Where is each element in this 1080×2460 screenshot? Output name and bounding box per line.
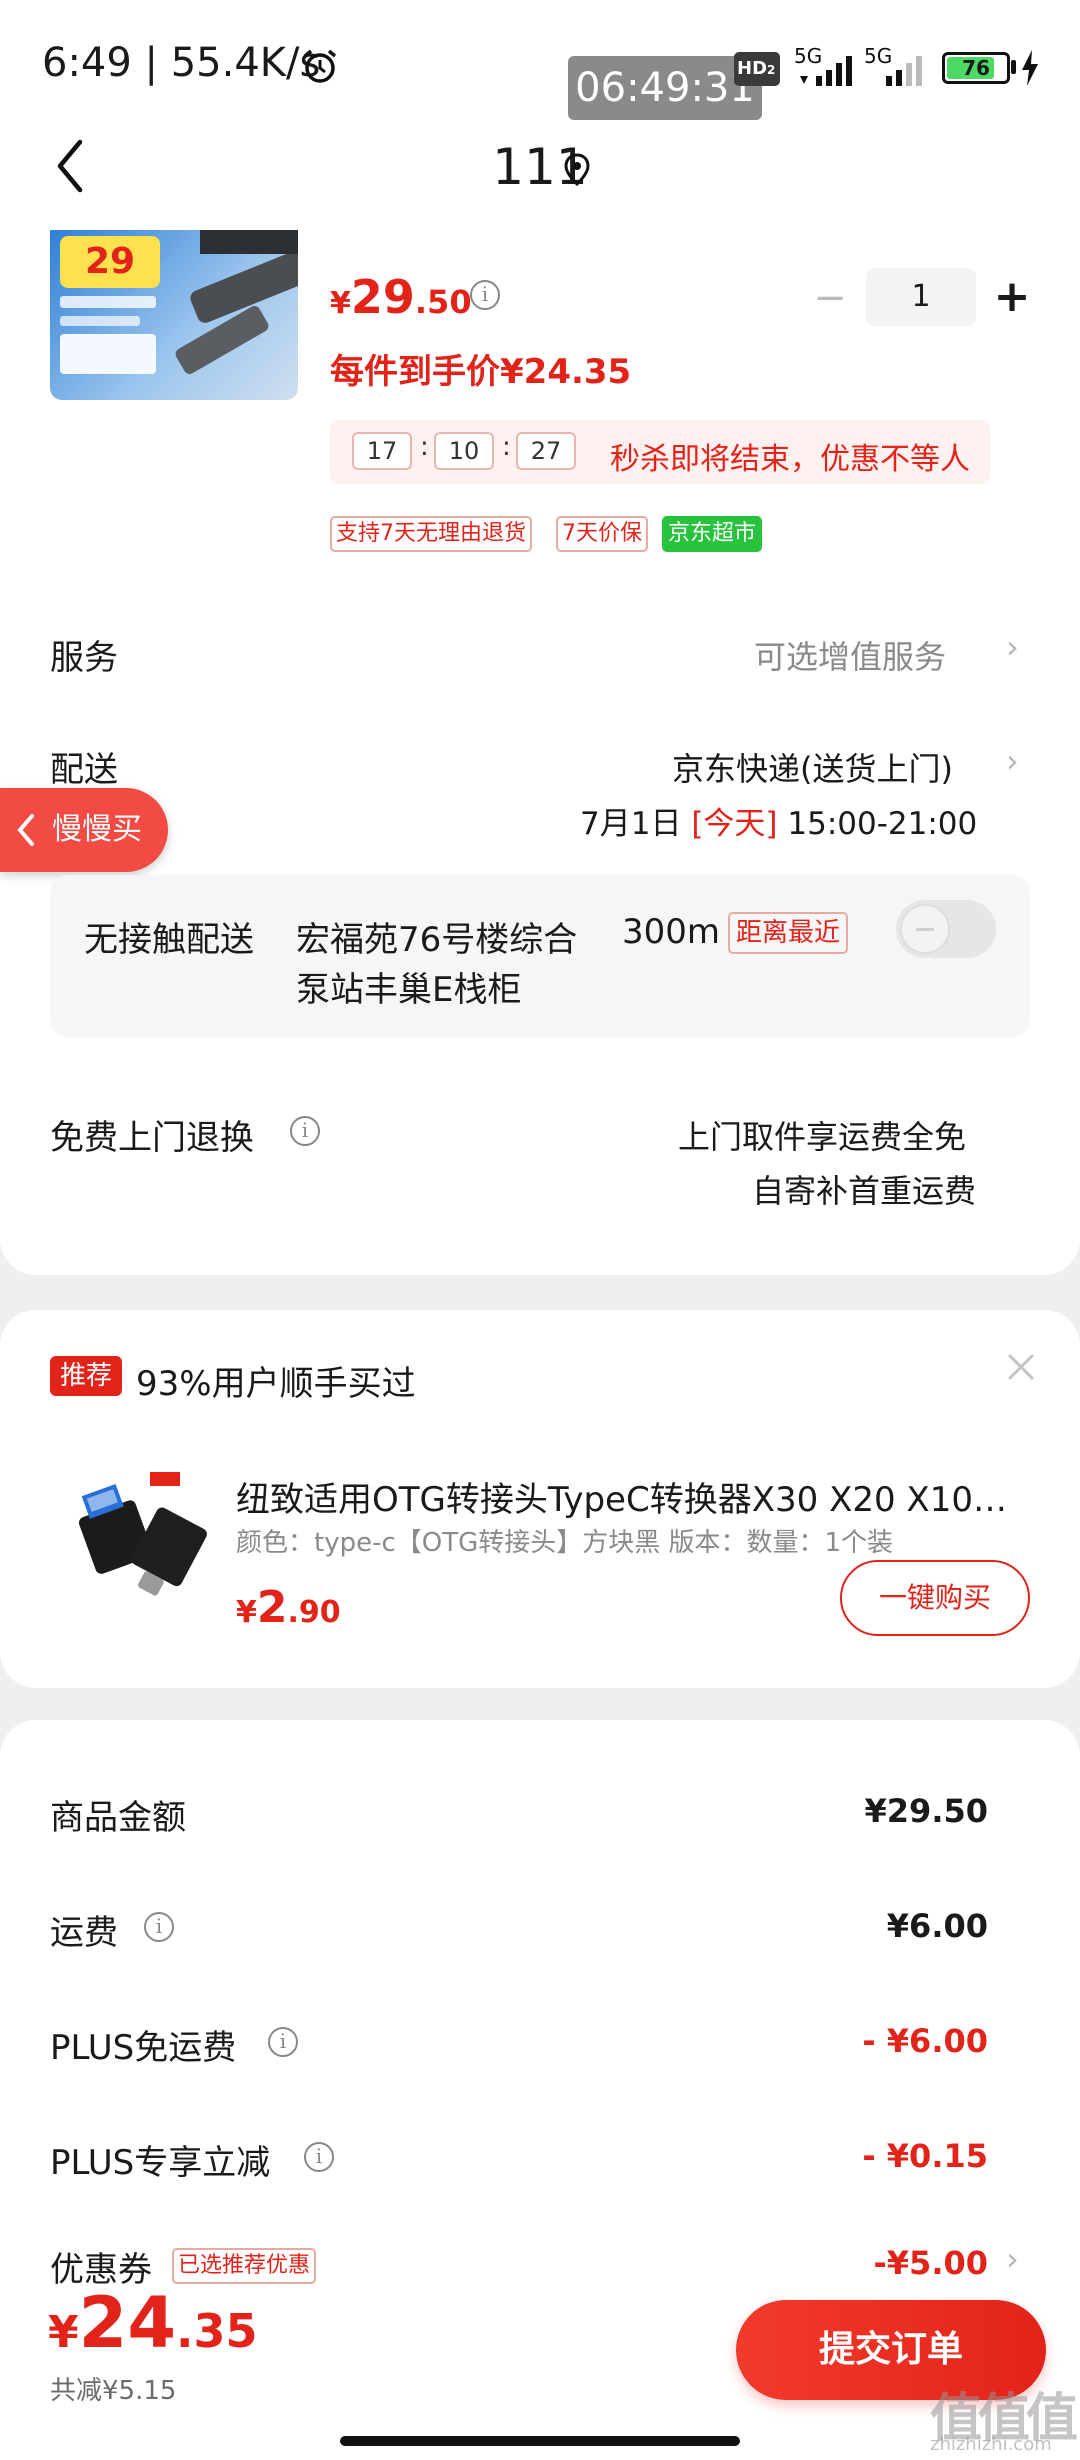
- close-icon[interactable]: [1004, 1350, 1038, 1384]
- hd-icon: HD2: [734, 52, 780, 86]
- quantity-increase-button[interactable]: +: [990, 268, 1034, 328]
- locker-distance: 300m: [622, 912, 721, 952]
- recommend-product-spec: 颜色：type-c【OTG转接头】方块黑 版本：数量：1个装: [236, 1528, 894, 1558]
- service-label: 服务: [50, 638, 118, 678]
- otg-adapter-image[interactable]: [62, 1466, 212, 1606]
- float-chevron-icon: [17, 814, 34, 846]
- plus-shipping-info-icon[interactable]: i: [268, 2027, 298, 2057]
- free-return-label: 免费上门退换: [50, 1118, 254, 1158]
- delivery-carrier[interactable]: 京东快递(送货上门): [672, 744, 953, 790]
- quantity-value[interactable]: 1: [866, 268, 976, 326]
- locker-address-line1: 宏福苑76号楼综合: [296, 920, 578, 960]
- thumb-price-badge: 29: [60, 236, 160, 288]
- coupon-value[interactable]: -¥5.00: [688, 2244, 989, 2282]
- delivery-date[interactable]: 7月1日 [今天] 15:00-21:00: [580, 798, 977, 843]
- jd-supermarket-tag: 京东超市: [662, 516, 763, 552]
- status-time: 6:49 | 55.4K/s: [42, 40, 321, 86]
- contactless-label: 无接触配送: [84, 920, 254, 960]
- location-pin-icon[interactable]: [562, 152, 592, 188]
- summary-label-goods: 商品金额: [50, 1798, 186, 1838]
- service-chevron-icon[interactable]: ›: [1006, 628, 1019, 666]
- return-info-icon[interactable]: i: [290, 1116, 320, 1146]
- locker-address-line2: 泵站丰巢E栈柜: [296, 970, 522, 1010]
- page-title: 111: [492, 138, 588, 196]
- price-protect-tag: 7天价保: [556, 516, 648, 552]
- recommend-badge: 推荐: [50, 1356, 122, 1396]
- summary-value-shipping: ¥6.00: [886, 1907, 988, 1945]
- plus-discount-info-icon[interactable]: i: [304, 2142, 334, 2172]
- coupon-chevron-icon[interactable]: ›: [1006, 2240, 1019, 2278]
- one-click-buy-button[interactable]: 一键购买: [840, 1560, 1030, 1636]
- total-price: ¥24.35: [48, 2282, 258, 2364]
- countdown-seconds: 27: [516, 432, 576, 470]
- shipping-info-icon[interactable]: i: [144, 1912, 174, 1942]
- product-price: ¥29.50: [330, 270, 472, 324]
- service-value[interactable]: 可选增值服务: [754, 632, 946, 678]
- nearest-tag: 距离最近: [728, 912, 849, 954]
- countdown-text: 秒杀即将结束，优惠不等人: [610, 442, 970, 477]
- delivery-label: 配送: [50, 750, 118, 790]
- countdown-hours: 17: [352, 432, 412, 470]
- summary-label-plus-discount: PLUS专享立减: [50, 2143, 271, 2183]
- price-info-icon[interactable]: i: [470, 280, 500, 310]
- battery-icon: 76: [942, 52, 1010, 84]
- charging-icon: [1022, 50, 1038, 86]
- summary-label-plus-shipping: PLUS免运费: [50, 2028, 237, 2068]
- watermark-url: zhizhizhi.com: [930, 2434, 1052, 2455]
- countdown-minutes: 10: [434, 432, 494, 470]
- overlay-clock: 06:49:31: [568, 56, 762, 120]
- back-icon[interactable]: [52, 136, 88, 196]
- return-policy-tag: 支持7天无理由退货: [330, 516, 532, 552]
- battery-tip: [1011, 60, 1016, 74]
- quantity-decrease-button[interactable]: −: [810, 268, 850, 328]
- free-return-line2: 自寄补首重运费: [752, 1172, 977, 1210]
- recommend-title: 93%用户顺手买过: [136, 1364, 416, 1404]
- total-saved: 共减¥5.15: [50, 2376, 177, 2406]
- home-indicator[interactable]: [340, 2436, 740, 2446]
- toggle-knob: [900, 904, 950, 954]
- each-price-label: 每件到手价¥24.35: [330, 352, 632, 392]
- summary-value-goods: ¥29.50: [864, 1792, 988, 1830]
- recommend-product-name[interactable]: 纽致适用OTG转接头TypeC转换器X30 X20 X10…: [236, 1472, 1026, 1521]
- summary-value-plus-shipping: - ¥6.00: [862, 2022, 988, 2060]
- summary-label-shipping: 运费: [50, 1913, 118, 1953]
- alarm-icon: [303, 49, 337, 83]
- recommend-price: ¥2.90: [236, 1582, 341, 1633]
- signal-icon-2: [886, 56, 922, 86]
- free-return-line1: 上门取件享运费全免: [678, 1118, 967, 1156]
- signal-icon: [800, 56, 852, 86]
- product-thumbnail[interactable]: 29: [50, 230, 298, 400]
- coupon-recommended-tag: 已选推荐优惠: [172, 2248, 317, 2284]
- delivery-chevron-icon[interactable]: ›: [1006, 742, 1019, 780]
- summary-value-plus-discount: - ¥0.15: [862, 2137, 988, 2175]
